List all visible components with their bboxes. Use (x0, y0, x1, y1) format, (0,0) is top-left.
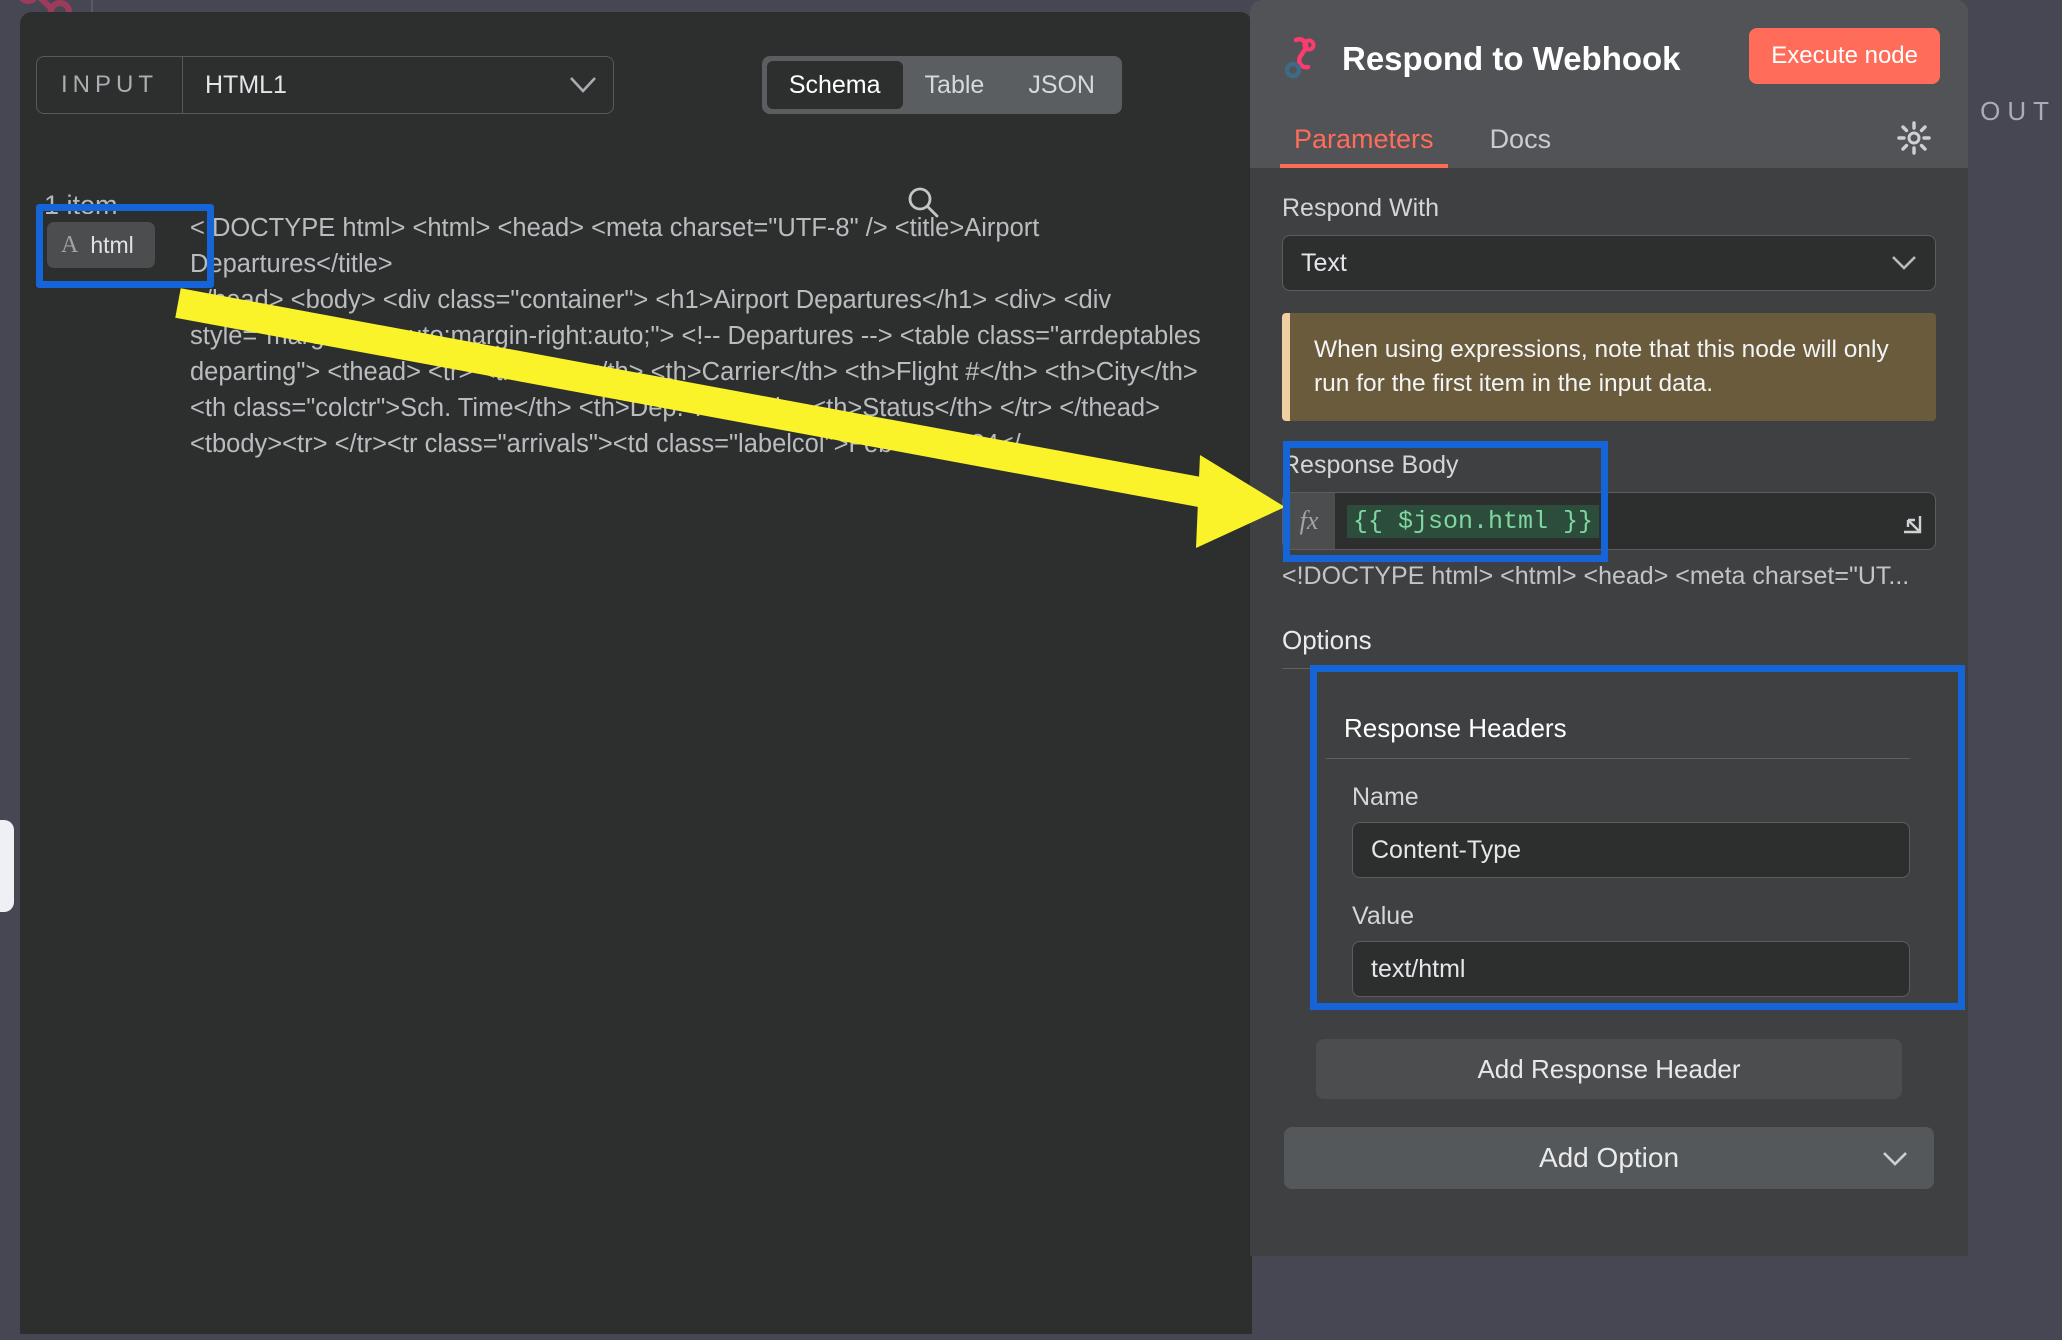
header-value-label: Value (1352, 902, 1415, 930)
parameters-body: Respond With Text When using expressions… (1250, 168, 1968, 1256)
input-select-value: HTML1 (205, 70, 287, 99)
add-response-header-button[interactable]: Add Response Header (1316, 1039, 1902, 1099)
execute-node-button[interactable]: Execute node (1749, 28, 1940, 84)
chevron-down-icon (1891, 249, 1917, 278)
tab-docs[interactable]: Docs (1476, 114, 1566, 168)
fx-icon[interactable]: fx (1283, 493, 1335, 549)
input-toolbar: INPUT HTML1 Schema Table JSON (20, 56, 1252, 122)
gear-icon[interactable] (1894, 118, 1934, 158)
respond-with-select[interactable]: Text (1282, 235, 1936, 291)
header-name-label: Name (1352, 783, 1419, 811)
schema-value-line: <!DOCTYPE html> <html> <head> <meta char… (190, 214, 1040, 278)
schema-key-label: html (90, 231, 134, 258)
node-tabs: Parameters Docs (1250, 110, 1968, 168)
input-node-select[interactable]: INPUT HTML1 (36, 56, 614, 114)
response-body-label: Response Body (1282, 451, 1459, 479)
options-title: Options (1282, 625, 1936, 669)
response-body-preview: <!DOCTYPE html> <html> <head> <meta char… (1282, 562, 1910, 590)
tab-table[interactable]: Table (903, 61, 1007, 109)
panel-drag-handle[interactable] (0, 820, 14, 912)
response-headers-card: Response Headers Name Content-Type Value… (1282, 691, 1936, 1021)
node-details-panel: Respond to Webhook Execute node Paramete… (1250, 0, 1968, 1256)
add-option-label: Add Option (1538, 1142, 1680, 1173)
screen-root: INPUT HTML1 Schema Table JSON 1 item <!D… (0, 0, 2062, 1340)
text-type-icon: A (61, 231, 79, 258)
add-option-button[interactable]: Add Option (1284, 1127, 1934, 1189)
response-body-input[interactable]: fx {{ $json.html }} (1282, 492, 1936, 550)
respond-to-webhook-icon (1282, 35, 1326, 83)
response-body-expression: {{ $json.html }} (1347, 504, 1600, 538)
header-value-input[interactable]: text/html (1352, 941, 1910, 997)
schema-key-wrap: A html (36, 214, 166, 276)
schema-value-line: </head> <body> <div class="container"> <… (190, 286, 1112, 314)
left-canvas-strip (0, 0, 20, 1340)
input-view-tabs: Schema Table JSON (761, 56, 1122, 114)
schema-value-line: style="margin-left:auto;margin-right:aut… (190, 322, 1201, 350)
schema-key-pill[interactable]: A html (47, 222, 155, 268)
input-panel: INPUT HTML1 Schema Table JSON 1 item <!D… (20, 12, 1252, 1334)
input-select-label: INPUT (37, 57, 183, 113)
expression-notice: When using expressions, note that this n… (1282, 313, 1936, 421)
respond-with-label: Respond With (1282, 194, 1440, 222)
output-panel-label: OUT (1980, 96, 2056, 126)
schema-value-line: <tbody><tr> </tr><tr class="arrivals"><t… (190, 430, 1042, 458)
schema-value-text: <!DOCTYPE html> <html> <head> <meta char… (190, 210, 1230, 462)
respond-with-value: Text (1301, 248, 1347, 277)
chevron-down-icon (567, 76, 613, 94)
tab-parameters[interactable]: Parameters (1280, 114, 1448, 168)
response-body-section: Response Body fx {{ $json.html }} <!DOCT… (1282, 451, 1936, 591)
header-name-input[interactable]: Content-Type (1352, 822, 1910, 878)
tab-schema[interactable]: Schema (766, 61, 903, 109)
chevron-down-icon (1882, 1142, 1908, 1174)
schema-value-line: <th class="colctr">Sch. Time</th> <th>De… (190, 394, 1160, 422)
node-header: Respond to Webhook Execute node (1250, 20, 1968, 98)
tab-json[interactable]: JSON (1006, 61, 1117, 109)
response-headers-title: Response Headers (1326, 695, 1910, 759)
schema-value-line: departing"> <thead> <tr> <th>Date</th> <… (190, 358, 1198, 386)
node-title: Respond to Webhook (1342, 40, 1681, 77)
expand-icon[interactable] (1899, 511, 1925, 543)
